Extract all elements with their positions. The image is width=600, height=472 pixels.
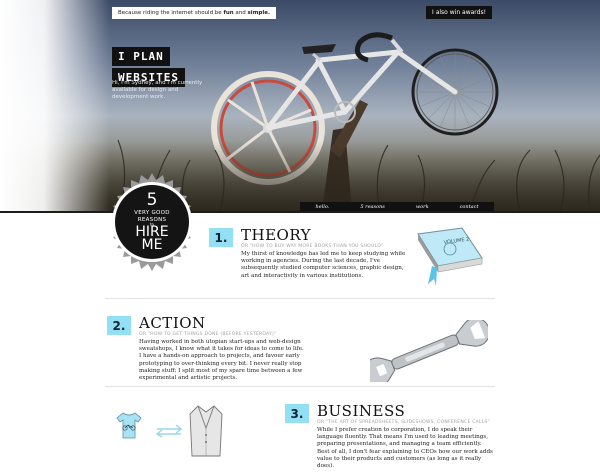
book-icon: VOLUME 2 [417,227,483,286]
main-nav: hello. 5 reasons work contact [300,202,494,211]
section-1-body: My thirst of knowledge has led me to kee… [241,251,406,279]
section-3-subtitle: OR "THE ART OF SPREADSHEETS, SLIDESHOWS,… [317,420,490,425]
section-3-body: While I prefer creation to corporation, … [317,427,493,470]
section-2-number: 2. [107,316,131,335]
awards-link[interactable]: I also win awards! [426,6,492,19]
badge-core: 5 VERY GOOD REASONS to HIRE ME [115,185,189,259]
nav-contact[interactable]: contact [460,204,479,210]
hire-me-badge: 5 VERY GOOD REASONS to HIRE ME [103,173,201,271]
section-divider-1 [105,298,495,299]
section-1-number: 1. [209,228,233,247]
blazer-icon [189,405,223,457]
tagline: Because riding the internet should be fu… [112,7,277,19]
hero-divider [0,211,600,213]
tagline-prefix: Because riding the internet should be [118,10,224,16]
section-2-subtitle: OR "HOW TO GET THINGS DONE (BEFORE YESTE… [139,332,277,337]
section-3-number: 3. [285,404,309,423]
badge-me: ME [141,237,163,253]
section-divider-2 [105,386,495,387]
section-1-title: THEORY [241,226,312,244]
nav-5-reasons[interactable]: 5 reasons [360,204,384,210]
section-3-title: BUSINESS [317,402,406,420]
plan-line-1: I PLAN [112,47,170,66]
hero-left-fade [0,0,110,211]
section-2-title: ACTION [139,314,206,332]
badge-line1: VERY GOOD [134,210,170,216]
plan-description: Hi, I'm Sydney, and I'm currently availa… [112,80,203,100]
tagline-simple: simple. [247,10,271,16]
tshirt-icon [116,412,142,439]
wrench-icon [370,320,488,382]
nav-hello[interactable]: hello. [316,204,330,210]
section-1-subtitle: OR "HOW TO BUY WAY MORE BOOKS THAN YOU S… [241,244,384,249]
section-2-body: Having worked in both utopian start-ups … [139,339,304,382]
hero-banner: Because riding the internet should be fu… [0,0,600,211]
swap-arrows-icon [155,424,183,438]
nav-work[interactable]: work [416,204,429,210]
tagline-and: and [233,10,248,16]
tagline-fun: fun [223,10,234,16]
badge-hire-me: HIRE ME [115,225,189,253]
badge-number: 5 [146,190,158,210]
